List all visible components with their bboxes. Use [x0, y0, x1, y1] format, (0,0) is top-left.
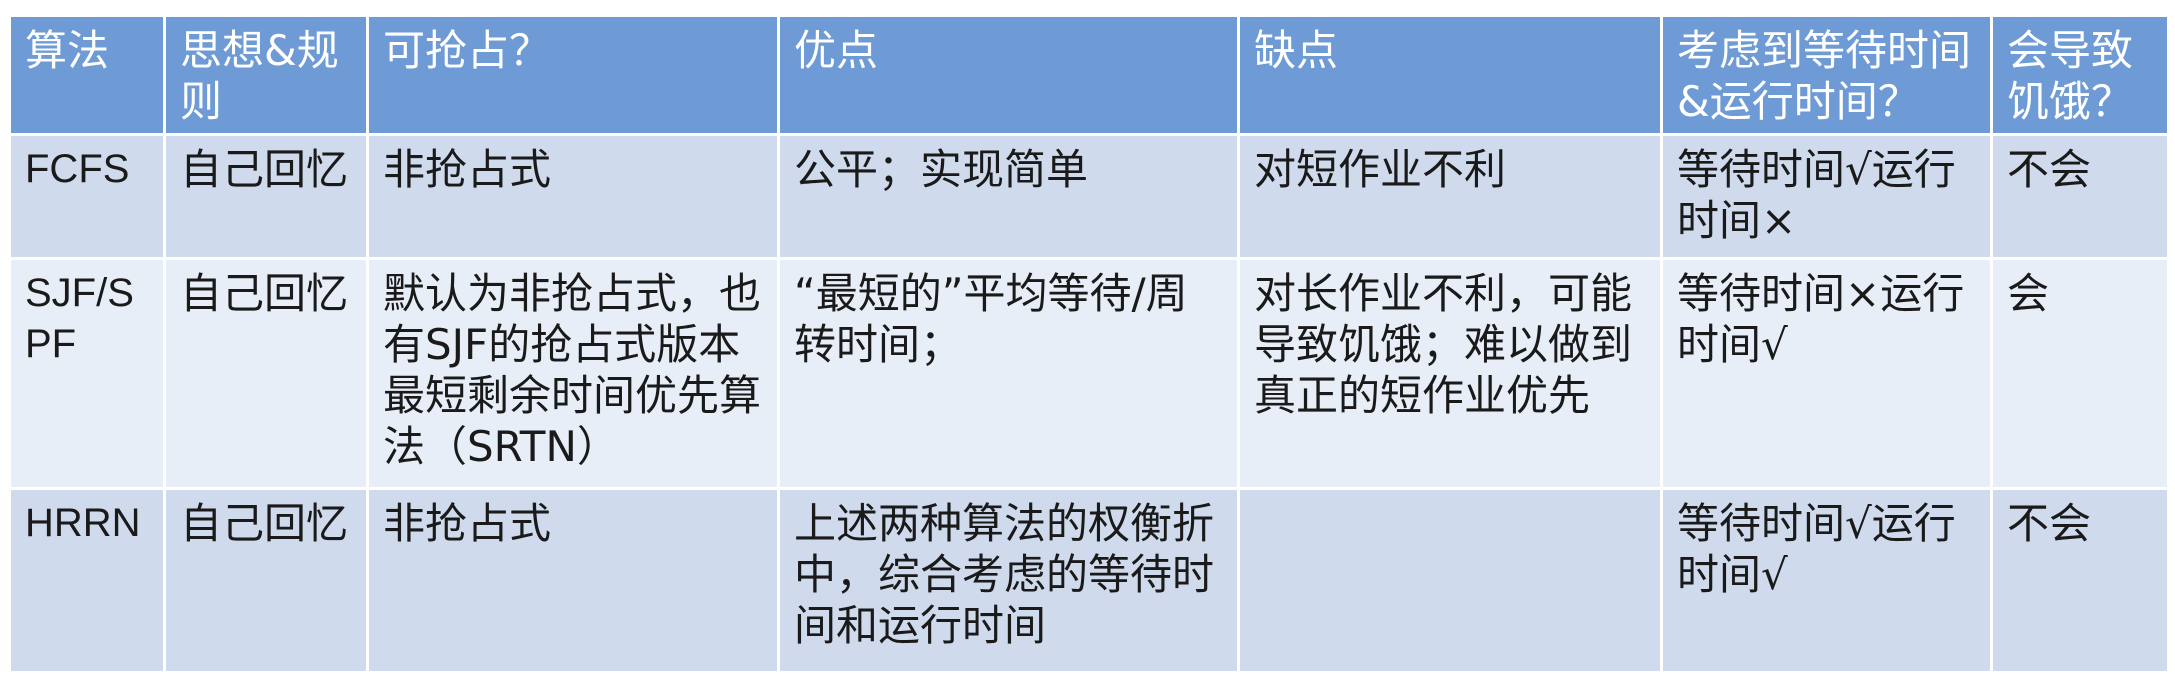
cell-preemptive: 非抢占式	[366, 487, 780, 674]
table-row: HRRN 自己回忆 非抢占式 上述两种算法的权衡折中，综合考虑的等待时间和运行时…	[8, 487, 2170, 674]
header-disadvantages: 缺点	[1237, 14, 1663, 136]
table-row: SJF/SPF 自己回忆 默认为非抢占式，也有SJF的抢占式版本最短剩余时间优先…	[8, 257, 2170, 490]
cell-considers: 等待时间√运行时间√	[1660, 487, 1993, 674]
cell-idea: 自己回忆	[163, 487, 369, 674]
cell-idea: 自己回忆	[163, 257, 369, 490]
header-idea-rules: 思想&规则	[163, 14, 369, 136]
cell-starvation: 不会	[1990, 133, 2170, 260]
table-row: FCFS 自己回忆 非抢占式 公平；实现简单 对短作业不利 等待时间√运行时间×…	[8, 133, 2170, 260]
cell-disadvantages: 对短作业不利	[1237, 133, 1663, 260]
cell-considers: 等待时间×运行时间√	[1660, 257, 1993, 490]
cell-advantages: 上述两种算法的权衡折中，综合考虑的等待时间和运行时间	[777, 487, 1240, 674]
cell-algorithm: HRRN	[8, 487, 166, 674]
cell-starvation: 会	[1990, 257, 2170, 490]
header-preemptive: 可抢占？	[366, 14, 780, 136]
cell-disadvantages	[1237, 487, 1663, 674]
cell-algorithm: SJF/SPF	[8, 257, 166, 490]
cell-idea: 自己回忆	[163, 133, 369, 260]
cell-disadvantages: 对长作业不利，可能导致饥饿；难以做到真正的短作业优先	[1237, 257, 1663, 490]
scheduling-comparison-table: 算法 思想&规则 可抢占？ 优点 缺点 考虑到等待时间&运行时间？ 会导致饥饿？…	[8, 14, 2170, 674]
header-algorithm: 算法	[8, 14, 166, 136]
header-considers-times: 考虑到等待时间&运行时间？	[1660, 14, 1993, 136]
header-advantages: 优点	[777, 14, 1240, 136]
header-starvation: 会导致饥饿？	[1990, 14, 2170, 136]
cell-considers: 等待时间√运行时间×	[1660, 133, 1993, 260]
cell-starvation: 不会	[1990, 487, 2170, 674]
cell-advantages: “最短的”平均等待/周转时间；	[777, 257, 1240, 490]
cell-preemptive: 非抢占式	[366, 133, 780, 260]
header-row: 算法 思想&规则 可抢占？ 优点 缺点 考虑到等待时间&运行时间？ 会导致饥饿？	[8, 14, 2170, 136]
cell-algorithm: FCFS	[8, 133, 166, 260]
cell-advantages: 公平；实现简单	[777, 133, 1240, 260]
cell-preemptive: 默认为非抢占式，也有SJF的抢占式版本最短剩余时间优先算法（SRTN）	[366, 257, 780, 490]
